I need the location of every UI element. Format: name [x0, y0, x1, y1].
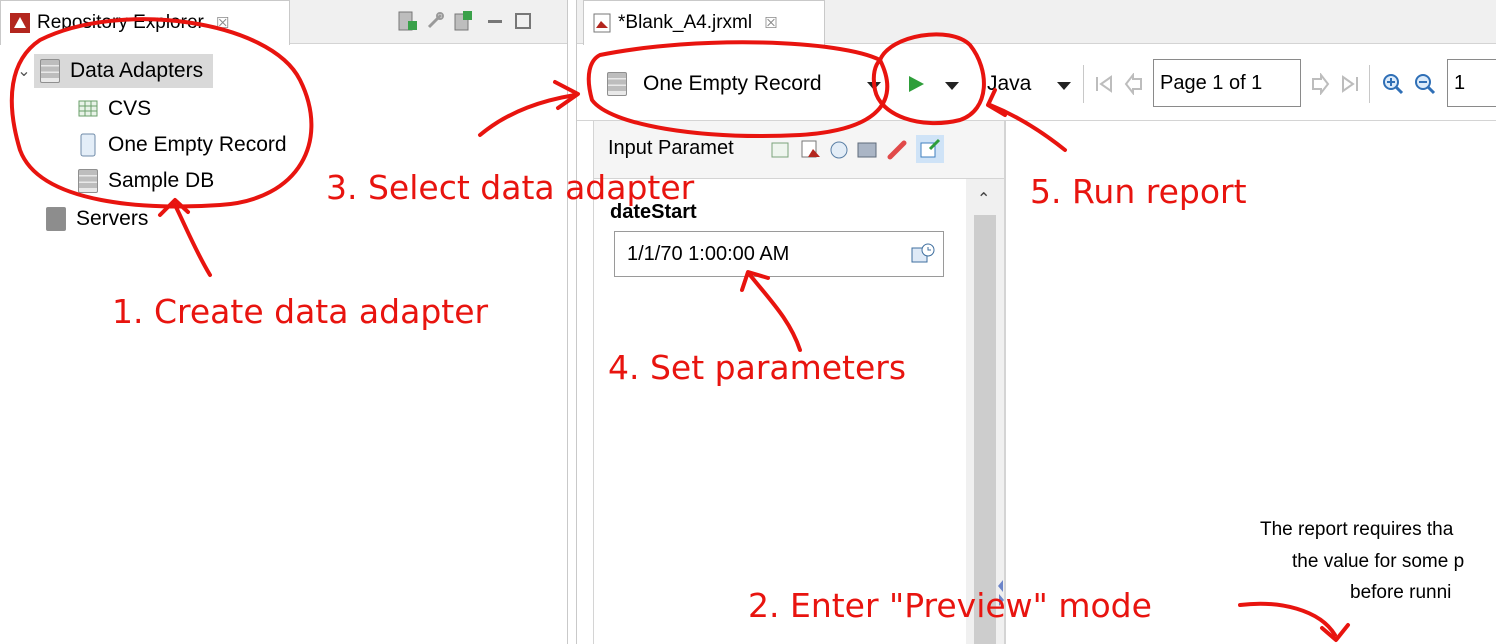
csv-adapter-icon [78, 100, 98, 117]
scroll-up-icon[interactable]: ⌃ [977, 189, 990, 209]
report-metadata-icon[interactable] [856, 139, 878, 161]
calendar-clock-icon[interactable] [911, 243, 935, 265]
annotation-step-1: 1. Create data adapter [112, 292, 489, 331]
sort-options-icon[interactable] [828, 139, 850, 161]
database-adapter-icon [78, 169, 98, 193]
data-adapter-icon [607, 72, 627, 96]
data-adapter-dropdown-label: One Empty Record [643, 72, 822, 95]
servers-icon [46, 207, 66, 231]
data-adapter-dropdown-arrow-icon[interactable] [867, 82, 881, 90]
minimize-icon[interactable] [484, 10, 506, 32]
tree-item-data-adapters-label: Data Adapters [70, 59, 204, 82]
toolbar-separator [1083, 65, 1084, 103]
reset-parameters-icon[interactable] [886, 137, 910, 161]
tab-blank-a4-jrxml[interactable]: *Blank_A4.jrxml ☒ [583, 0, 825, 45]
data-adapters-folder-icon [40, 59, 60, 83]
jrxml-file-icon [593, 13, 611, 33]
maximize-icon[interactable] [512, 10, 534, 32]
last-page-icon[interactable] [1339, 73, 1361, 95]
run-report-button[interactable] [905, 73, 927, 95]
first-page-icon[interactable] [1093, 73, 1115, 95]
tab-repository-explorer-label: Repository Explorer [37, 12, 204, 33]
editor-tabbar: *Blank_A4.jrxml ☒ [577, 0, 1496, 45]
tree-item-adapter-label: Sample DB [108, 169, 215, 192]
scrollbar-thumb[interactable] [974, 215, 996, 644]
zoom-field[interactable]: 1 [1447, 59, 1496, 107]
tree-item-adapter[interactable]: Sample DB [78, 164, 214, 198]
next-page-icon[interactable] [1309, 73, 1331, 95]
data-adapter-dropdown[interactable]: One Empty Record [607, 67, 822, 101]
previous-page-icon[interactable] [1123, 73, 1145, 95]
report-parameters-icon[interactable] [800, 139, 822, 161]
language-dropdown-arrow-icon[interactable] [1057, 82, 1071, 90]
annotation-step-2: 2. Enter "Preview" mode [748, 586, 1152, 625]
new-data-adapter-icon[interactable] [396, 10, 418, 32]
tree-item-adapter[interactable]: One Empty Record [78, 128, 287, 162]
language-dropdown-label: Java [987, 72, 1032, 95]
annotation-step-5: 5. Run report [1030, 172, 1247, 211]
tree-item-data-adapters[interactable]: ⌄ Data Adapters [14, 54, 214, 88]
preview-message-line: The report requires tha [1260, 519, 1454, 540]
tree-item-adapter-label: One Empty Record [108, 133, 287, 156]
tree-item-data-adapters-selection: Data Adapters [34, 54, 214, 88]
page-indicator-label: Page 1 of 1 [1160, 71, 1263, 94]
preview-message-line: before runni [1350, 582, 1452, 603]
toolbar-separator [1369, 65, 1370, 103]
annotation-step-4: 4. Set parameters [608, 348, 907, 387]
link-icon[interactable] [424, 10, 446, 32]
date-start-value: 1/1/70 1:00:00 AM [627, 242, 790, 265]
chevron-down-icon[interactable]: ⌄ [14, 61, 34, 81]
close-icon[interactable]: ☒ [764, 14, 777, 32]
tab-blank-a4-jrxml-label: *Blank_A4.jrxml [618, 12, 753, 33]
repository-explorer-icon [10, 13, 30, 33]
language-dropdown[interactable]: Java [987, 67, 1031, 101]
tree-item-adapter[interactable]: CVS [78, 92, 151, 126]
preview-toolbar: One Empty Record Java Page 1 of 1 1 [577, 45, 1496, 121]
close-icon[interactable]: ☒ [216, 14, 229, 32]
annotation-step-3: 3. Select data adapter [326, 168, 695, 207]
zoom-in-icon[interactable] [1381, 72, 1405, 96]
tree-item-servers-label: Servers [76, 207, 149, 230]
zoom-field-value: 1 [1454, 71, 1466, 94]
input-parameters-title: Input Paramet [608, 137, 734, 159]
report-editor-pane: *Blank_A4.jrxml ☒ One Empty Record Java … [576, 0, 1496, 644]
repository-explorer-tabbar: Repository Explorer ☒ [0, 0, 567, 45]
date-start-field[interactable]: 1/1/70 1:00:00 AM [614, 231, 944, 277]
tab-repository-explorer[interactable]: Repository Explorer ☒ [0, 0, 290, 45]
zoom-out-icon[interactable] [1413, 72, 1437, 96]
page-indicator[interactable]: Page 1 of 1 [1153, 59, 1301, 107]
empty-record-adapter-icon [80, 133, 96, 157]
run-options-dropdown-arrow-icon[interactable] [945, 82, 959, 90]
apply-parameters-icon[interactable] [916, 135, 944, 163]
new-server-icon[interactable] [452, 10, 474, 32]
parameters-icon[interactable] [770, 139, 792, 161]
tree-item-adapter-label: CVS [108, 97, 152, 120]
tree-item-servers[interactable]: Servers [46, 202, 148, 236]
parameters-scrollbar[interactable]: ⌃ [966, 179, 1004, 644]
preview-message-line: the value for some p [1292, 551, 1465, 572]
